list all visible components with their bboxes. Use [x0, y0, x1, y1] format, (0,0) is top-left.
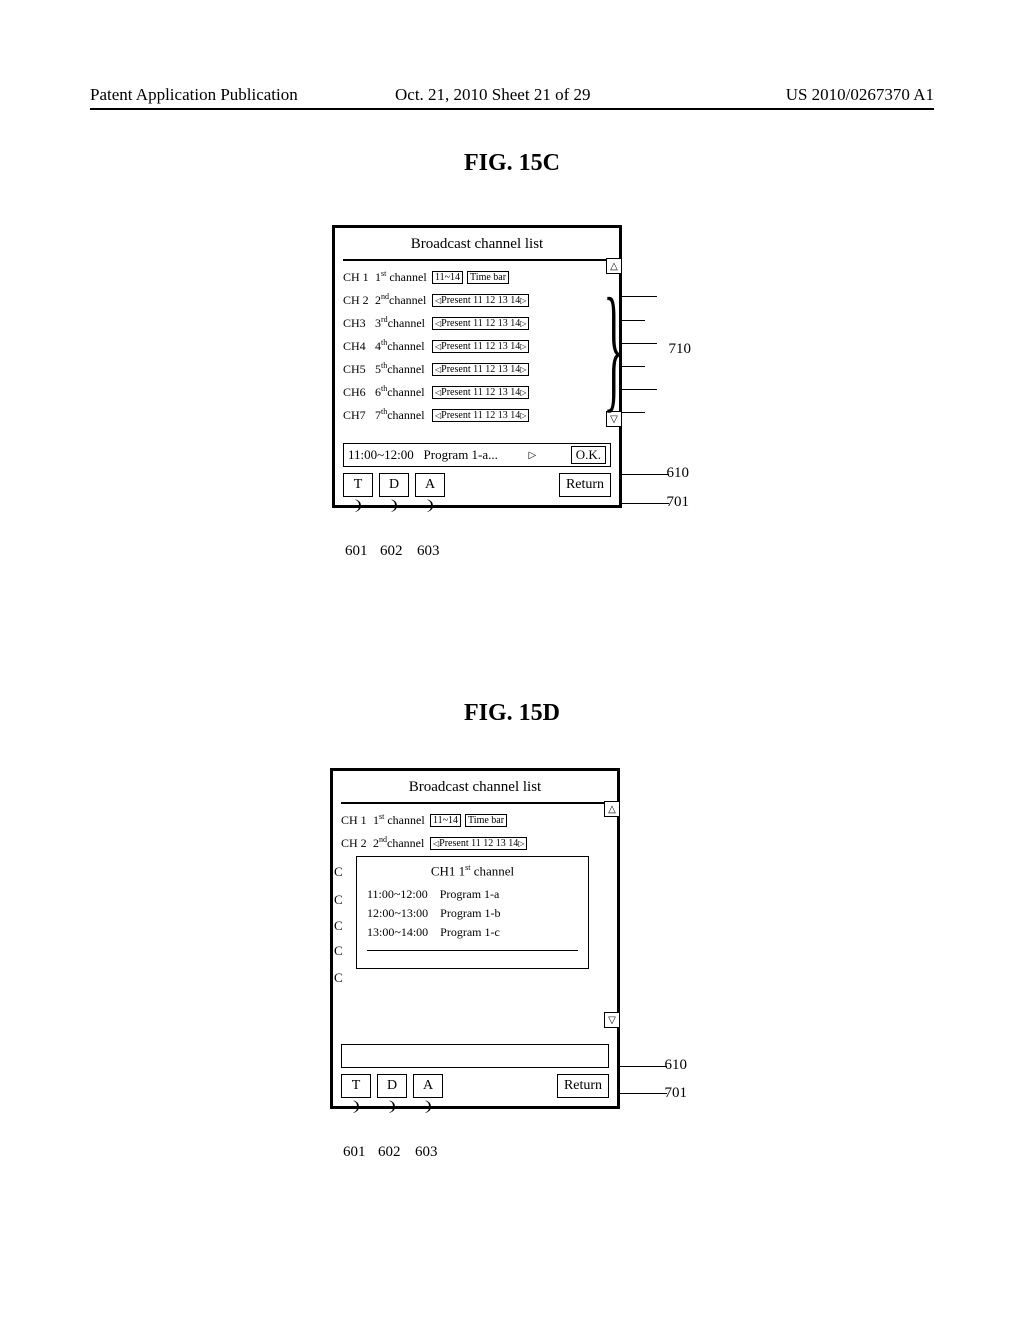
c-label: C	[334, 918, 343, 934]
list-title: Broadcast channel list	[343, 236, 611, 261]
header-center: Oct. 21, 2010 Sheet 21 of 29	[395, 85, 590, 105]
channel-row-3[interactable]: CH3 3rdchannel ◁Present 11 12 13 14▷	[343, 313, 611, 333]
a-button[interactable]: A)	[413, 1074, 443, 1098]
time-range-cell[interactable]: 11~14	[432, 271, 463, 284]
brace-lead	[621, 343, 657, 344]
ref-601: 601	[343, 1144, 366, 1161]
ref-701: 701	[665, 1085, 688, 1102]
right-triangle-icon[interactable]: ▷	[520, 411, 526, 420]
device-screen-15c: Broadcast channel list △ CH 1 1st channe…	[332, 225, 622, 508]
right-triangle-icon[interactable]: ▷	[520, 319, 526, 328]
t-button[interactable]: T)	[341, 1074, 371, 1098]
ref-601: 601	[345, 543, 368, 560]
lead-line	[619, 1066, 667, 1067]
brace-lead	[621, 320, 645, 321]
play-triangle-icon[interactable]: ▷	[528, 450, 536, 461]
brace-lead	[621, 412, 645, 413]
channel-row-2[interactable]: CH 2 2ndchannel ◁Present 11 12 13 14▷	[341, 833, 609, 853]
time-strip[interactable]: ◁Present 11 12 13 14▷	[432, 294, 529, 307]
channel-row-7[interactable]: CH7 7thchannel ◁Present 11 12 13 14▷	[343, 405, 611, 425]
time-strip[interactable]: ◁Present 11 12 13 14▷	[430, 837, 527, 850]
c-label: C	[334, 892, 343, 908]
list-title: Broadcast channel list	[341, 779, 609, 804]
ref-602: 602	[378, 1144, 401, 1161]
d-button[interactable]: D)	[379, 473, 409, 497]
channel-row-6[interactable]: CH6 6thchannel ◁Present 11 12 13 14▷	[343, 382, 611, 402]
c-label: C	[334, 943, 343, 959]
lead-line	[621, 474, 669, 475]
lead-line	[621, 503, 669, 504]
time-range-cell[interactable]: 11~14	[430, 814, 461, 827]
brace-icon: }	[603, 278, 623, 418]
right-triangle-icon[interactable]: ▷	[518, 839, 524, 848]
right-triangle-icon[interactable]: ▷	[520, 296, 526, 305]
popup-scroll-track[interactable]	[367, 950, 578, 962]
time-strip[interactable]: ◁Present 11 12 13 14▷	[432, 386, 529, 399]
brace-lead	[621, 366, 645, 367]
ref-701: 701	[667, 494, 690, 511]
a-button[interactable]: A)	[415, 473, 445, 497]
channel-row-5[interactable]: CH5 5thchannel ◁Present 11 12 13 14▷	[343, 359, 611, 379]
time-bar-cell[interactable]: Time bar	[465, 814, 507, 827]
button-row: T) D) A) Return	[341, 1074, 609, 1098]
time-strip[interactable]: ◁Present 11 12 13 14▷	[432, 363, 529, 376]
header-rule	[90, 108, 934, 110]
ref-610: 610	[667, 465, 690, 482]
channel-row-4[interactable]: CH4 4thchannel ◁Present 11 12 13 14▷	[343, 336, 611, 356]
program-info-bar-empty	[341, 1044, 609, 1068]
brace-lead	[621, 389, 657, 390]
popup-program-row[interactable]: 13:00~14:00 Program 1-c	[367, 925, 578, 940]
return-button[interactable]: Return	[559, 473, 611, 497]
channel-row-2[interactable]: CH 2 2ndchannel ◁Present 11 12 13 14▷	[343, 290, 611, 310]
t-button[interactable]: T)	[343, 473, 373, 497]
program-info-bar: 11:00~12:00 Program 1-a... ▷ O.K.	[343, 443, 611, 467]
d-button[interactable]: D)	[377, 1074, 407, 1098]
time-bar-cell[interactable]: Time bar	[467, 271, 509, 284]
info-program: Program 1-a...	[424, 447, 498, 463]
ok-button[interactable]: O.K.	[571, 446, 606, 464]
ref-710: 710	[669, 341, 692, 358]
lead-line	[619, 1093, 667, 1094]
scroll-down-icon[interactable]: ▽	[604, 1012, 620, 1028]
program-detail-popup: CH1 1st channel 11:00~12:00 Program 1-a …	[356, 856, 589, 969]
ref-603: 603	[415, 1144, 438, 1161]
popup-title: CH1 1st channel	[367, 863, 578, 879]
header-right: US 2010/0267370 A1	[786, 85, 934, 105]
button-row: T) D) A) Return	[343, 473, 611, 497]
info-time: 11:00~12:00	[348, 447, 414, 463]
figure-label-15d: FIG. 15D	[0, 700, 1024, 727]
brace-lead	[621, 296, 657, 297]
return-button[interactable]: Return	[557, 1074, 609, 1098]
time-strip[interactable]: ◁Present 11 12 13 14▷	[432, 340, 529, 353]
popup-program-row[interactable]: 11:00~12:00 Program 1-a	[367, 887, 578, 902]
c-label: C	[334, 864, 343, 880]
right-triangle-icon[interactable]: ▷	[520, 342, 526, 351]
ref-602: 602	[380, 543, 403, 560]
channel-row-1[interactable]: CH 1 1st channel 11~14 Time bar	[343, 267, 611, 287]
popup-program-row[interactable]: 12:00~13:00 Program 1-b	[367, 906, 578, 921]
right-triangle-icon[interactable]: ▷	[520, 365, 526, 374]
right-triangle-icon[interactable]: ▷	[520, 388, 526, 397]
channel-row-1[interactable]: CH 1 1st channel 11~14 Time bar	[341, 810, 609, 830]
device-screen-15d: Broadcast channel list △ CH 1 1st channe…	[330, 768, 620, 1109]
ref-610: 610	[665, 1057, 688, 1074]
figure-label-15c: FIG. 15C	[0, 150, 1024, 177]
time-strip[interactable]: ◁Present 11 12 13 14▷	[432, 317, 529, 330]
c-label: C	[334, 970, 343, 986]
time-strip[interactable]: ◁Present 11 12 13 14▷	[432, 409, 529, 422]
header-left: Patent Application Publication	[90, 85, 298, 105]
ref-603: 603	[417, 543, 440, 560]
